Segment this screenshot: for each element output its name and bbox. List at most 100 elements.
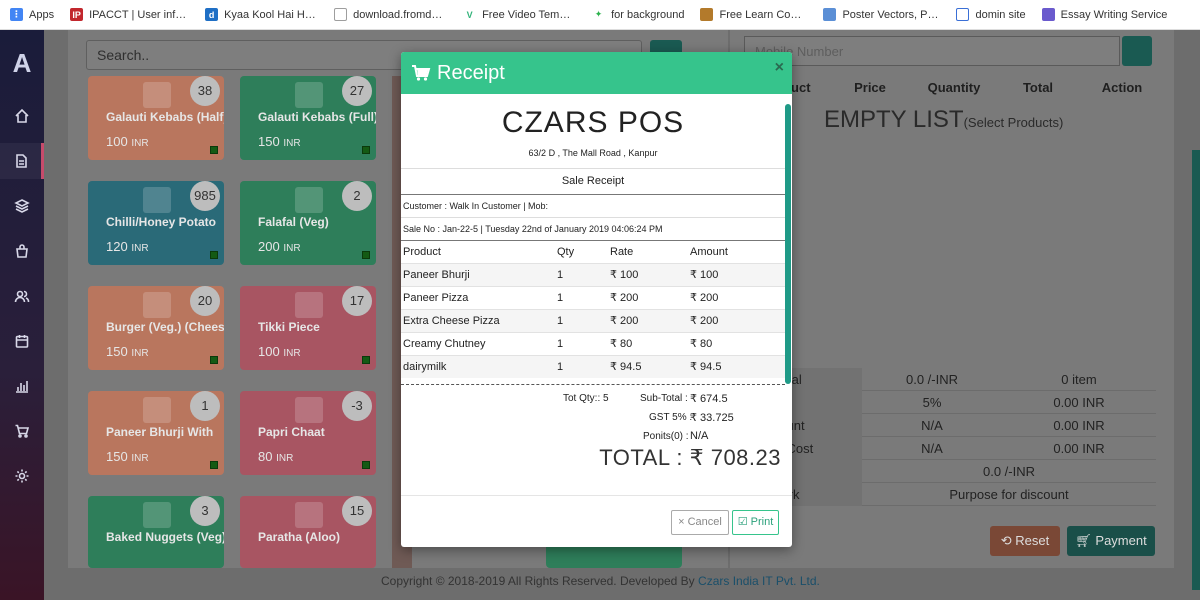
table-row: Creamy Chutney 1 ₹ 80 ₹ 80: [401, 331, 785, 355]
cart-panel: Mobile Number Product Price Quantity Tot…: [730, 30, 1174, 568]
product-tile[interactable]: Galauti Kebabs (Full) 150 INR 27: [240, 76, 376, 160]
currency-label: INR: [131, 138, 149, 149]
col-price: Price: [854, 80, 886, 95]
bookmark-for-background[interactable]: ✦ for background: [592, 8, 684, 21]
subtotal-label: Sub-Total :: [640, 393, 688, 404]
table-row: Extra Cheese Pizza 1 ₹ 200 ₹ 200: [401, 308, 785, 332]
product-tile[interactable]: Papri Chaat 80 INR -3: [240, 391, 376, 475]
product-name: Paneer Bhurji With: [106, 425, 214, 439]
bookmark-poster-vectors[interactable]: Poster Vectors, Photo: [823, 8, 940, 21]
product-tile[interactable]: Baked Nuggets (Veg) 3: [88, 496, 224, 568]
bookmark-free-video[interactable]: VFree Video Templates: [463, 8, 576, 21]
product-name: Paratha (Aloo): [258, 530, 341, 544]
sidebar-bag[interactable]: [0, 233, 44, 269]
summary-extra: 0.00 INR: [1053, 417, 1105, 433]
product-tile[interactable]: Chilli/Honey Potato 120 INR 985: [88, 181, 224, 265]
price-value: 150: [258, 134, 280, 149]
bookmark-domin-site[interactable]: domin site: [956, 8, 1026, 21]
product-name: Tikki Piece: [258, 320, 320, 334]
item-product: Paneer Pizza: [401, 285, 555, 309]
veg-indicator: [362, 146, 370, 154]
summary-extra: 0 item: [1061, 371, 1097, 387]
veg-indicator: [362, 251, 370, 259]
d-icon: d: [205, 8, 219, 21]
bag-icon: [16, 244, 28, 258]
add-customer-button[interactable]: [1122, 36, 1152, 66]
product-tile[interactable]: Burger (Veg.) (Cheese) 150 INR 20: [88, 286, 224, 370]
sidebar-reports[interactable]: [0, 368, 44, 404]
sidebar-home[interactable]: [0, 98, 44, 134]
bookmark-kyaa-kool[interactable]: dKyaa Kool Hai Hum 3: [205, 8, 318, 21]
item-product: Extra Cheese Pizza: [401, 308, 555, 332]
total-value: ₹ 708.23: [689, 445, 781, 470]
veg-indicator: [210, 356, 218, 364]
grand-total: TOTAL : ₹ 708.23: [599, 445, 781, 471]
summary-row: Pack CostN/A0.00 INR: [744, 436, 1156, 460]
sidebar-calendar[interactable]: [0, 323, 44, 359]
item-qty: 1: [555, 331, 608, 355]
layers-icon: [14, 199, 30, 213]
reset-button[interactable]: ⟲ Reset: [990, 526, 1060, 556]
receipt-body: CZARS POS 63/2 D , The Mall Road , Kanpu…: [401, 104, 785, 492]
apps-grid-icon: ⋮: [10, 8, 23, 21]
product-tile[interactable]: Paratha (Aloo) 15: [240, 496, 376, 568]
item-product: Creamy Chutney: [401, 331, 555, 355]
product-price: 100 INR: [258, 344, 301, 359]
product-tile[interactable]: Tikki Piece 100 INR 17: [240, 286, 376, 370]
product-tile[interactable]: Paneer Bhurji With 150 INR 1: [88, 391, 224, 475]
sidebar-cart[interactable]: [0, 413, 44, 449]
cancel-button[interactable]: × Cancel: [671, 510, 729, 535]
sidebar-settings[interactable]: [0, 458, 44, 494]
mobile-number-input[interactable]: Mobile Number: [744, 36, 1120, 66]
currency-label: INR: [276, 453, 294, 464]
payment-button[interactable]: 🛒︎ Payment: [1067, 526, 1155, 556]
price-value: 120: [106, 239, 128, 254]
bookmarks-bar: ⋮ Apps IP IPACCT | User inform d Kyaa Kool …: [0, 0, 1200, 30]
col-amount: Amount: [690, 245, 728, 258]
document-icon: [15, 154, 27, 168]
summary-row: ReMarkPurpose for discount: [744, 482, 1156, 506]
print-button[interactable]: ☑ Print: [732, 510, 779, 535]
cart-icon: [412, 65, 431, 81]
summary-row: GST5%0.00 INR: [744, 390, 1156, 414]
veg-indicator: [210, 146, 218, 154]
summary-row: Subtotal0.0 /-INR0 item: [744, 367, 1156, 391]
product-tile[interactable]: Falafal (Veg) 200 INR 2: [240, 181, 376, 265]
bookmark-ipacct[interactable]: IP IPACCT | User inform: [70, 8, 189, 21]
product-image: [143, 502, 171, 528]
summary-value: N/A: [921, 440, 943, 456]
product-name: Galauti Kebabs (Full): [258, 110, 376, 124]
close-icon[interactable]: ×: [775, 59, 784, 77]
shop-name: CZARS POS: [501, 106, 685, 139]
bookmark-essay[interactable]: Essay Writing Service: [1041, 8, 1167, 21]
sidebar-layers[interactable]: [0, 188, 44, 224]
product-tile[interactable]: Galauti Kebabs (Half) 100 INR 38: [88, 76, 224, 160]
remark-input[interactable]: Purpose for discount: [862, 487, 1156, 502]
ip-icon: IP: [70, 8, 84, 21]
summary-extra: 0.00 INR: [1053, 394, 1105, 410]
sidebar-users[interactable]: [0, 278, 44, 314]
app-logo[interactable]: A: [9, 50, 35, 76]
product-price: 100 INR: [106, 134, 149, 149]
item-rate: ₹ 94.5: [608, 354, 688, 378]
table-row: Paneer Pizza 1 ₹ 200 ₹ 200: [401, 285, 785, 309]
receipt-items-table: Product Qty Rate Amount Paneer Bhurji 1 ₹ …: [401, 241, 785, 378]
product-image: [143, 187, 171, 213]
footer: Copyright © 2018-2019 All Rights Reserve…: [381, 574, 820, 588]
sidebar-pos[interactable]: [0, 143, 44, 179]
bookmark-download[interactable]: download.fromdoctoc: [334, 8, 447, 21]
bookmark-apps[interactable]: ⋮ Apps: [10, 8, 54, 21]
receipt-scrollbar[interactable]: [785, 104, 791, 384]
image-icon: [823, 8, 837, 21]
stock-badge: 2: [342, 181, 372, 211]
page-scrollbar[interactable]: [1192, 150, 1200, 590]
summary-value: 0.0 /-INR: [905, 371, 958, 387]
cart-summary: Subtotal0.0 /-INR0 item GST5%0.00 INR Di…: [744, 367, 1156, 506]
developer-link[interactable]: Czars India IT Pvt. Ltd.: [698, 574, 820, 588]
settings-icon: [15, 469, 29, 483]
item-rate: ₹ 200: [608, 308, 688, 332]
currency-label: INR: [131, 453, 149, 464]
bookmark-free-learn[interactable]: Free Learn Complete: [700, 8, 807, 21]
veg-indicator: [362, 356, 370, 364]
empty-hint: (Select Products): [963, 115, 1064, 130]
